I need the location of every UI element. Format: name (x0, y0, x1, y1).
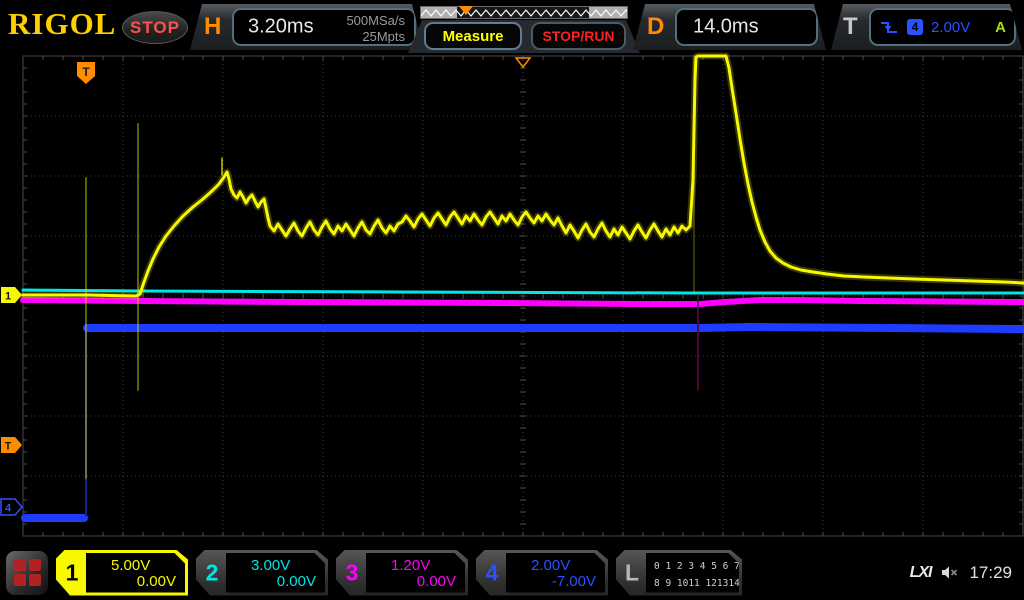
channel-1-tab[interactable]: 1 5.00V 0.00V (56, 550, 188, 596)
channel-1-values: 5.00V 0.00V (86, 553, 185, 593)
channel-1-offset: 0.00V (136, 572, 176, 590)
trigger-time-marker-label: T (82, 65, 90, 79)
channel-4-values: 2.00V -7.00V (506, 553, 605, 593)
channel-2-scale: 3.00V (251, 556, 291, 574)
channel-3-offset: 0.00V (416, 572, 456, 590)
lxi-badge: LXI (909, 563, 933, 581)
channel-2-offset: 0.00V (276, 572, 316, 590)
waveform-display: 1 T 4 T (0, 52, 1024, 537)
channel-2-number: 2 (205, 559, 219, 585)
channel-1-number: 1 (65, 559, 79, 585)
logic-channels-box: 0 1 2 3 4 5 6 7 8 9 1011 12131415 (646, 553, 739, 593)
logic-label: L (624, 559, 640, 585)
status-cluster: LXI 17:29 (910, 563, 1018, 583)
ch1-zero-marker-label: 1 (5, 291, 11, 303)
trigger-level-marker-label: T (5, 441, 12, 453)
trace-ch2 (21, 288, 1024, 295)
ch4-zero-marker-label: 4 (5, 503, 12, 515)
channel-4-offset: -7.00V (551, 572, 596, 590)
channel-3-tab[interactable]: 3 1.20V 0.00V (336, 550, 468, 596)
channel-3-values: 1.20V 0.00V (366, 553, 465, 593)
bottom-status-bar: 1 5.00V 0.00V 2 3.00V 0.00V 3 1.20V 0.00… (0, 545, 1024, 600)
logic-row-1: 0 1 2 3 4 5 6 7 (654, 560, 740, 572)
channel-3-scale: 1.20V (391, 556, 431, 574)
channel-2-tab[interactable]: 2 3.00V 0.00V (196, 550, 328, 596)
trace-ch3 (20, 297, 1024, 307)
channel-1-scale: 5.00V (111, 556, 151, 574)
channel-3-number: 3 (345, 559, 359, 585)
oscilloscope-screen: RIGOL STOP H 3.20ms 500MSa/s 25Mpts Meas… (0, 0, 1024, 600)
logic-analyzer-tab[interactable]: L 0 1 2 3 4 5 6 7 8 9 1011 12131415 (616, 550, 742, 596)
menu-grid-icon[interactable] (6, 550, 48, 595)
channel-4-tab[interactable]: 4 2.00V -7.00V (476, 550, 608, 596)
channel-4-scale: 2.00V (531, 556, 571, 574)
channel-4-number: 4 (485, 559, 499, 585)
channel-2-values: 3.00V 0.00V (226, 553, 325, 593)
logic-row-2: 8 9 1011 12131415 (654, 577, 752, 589)
clock: 17:29 (969, 562, 1012, 582)
trace-ch4-main (83, 323, 1024, 333)
speaker-muted-icon[interactable] (941, 565, 959, 580)
